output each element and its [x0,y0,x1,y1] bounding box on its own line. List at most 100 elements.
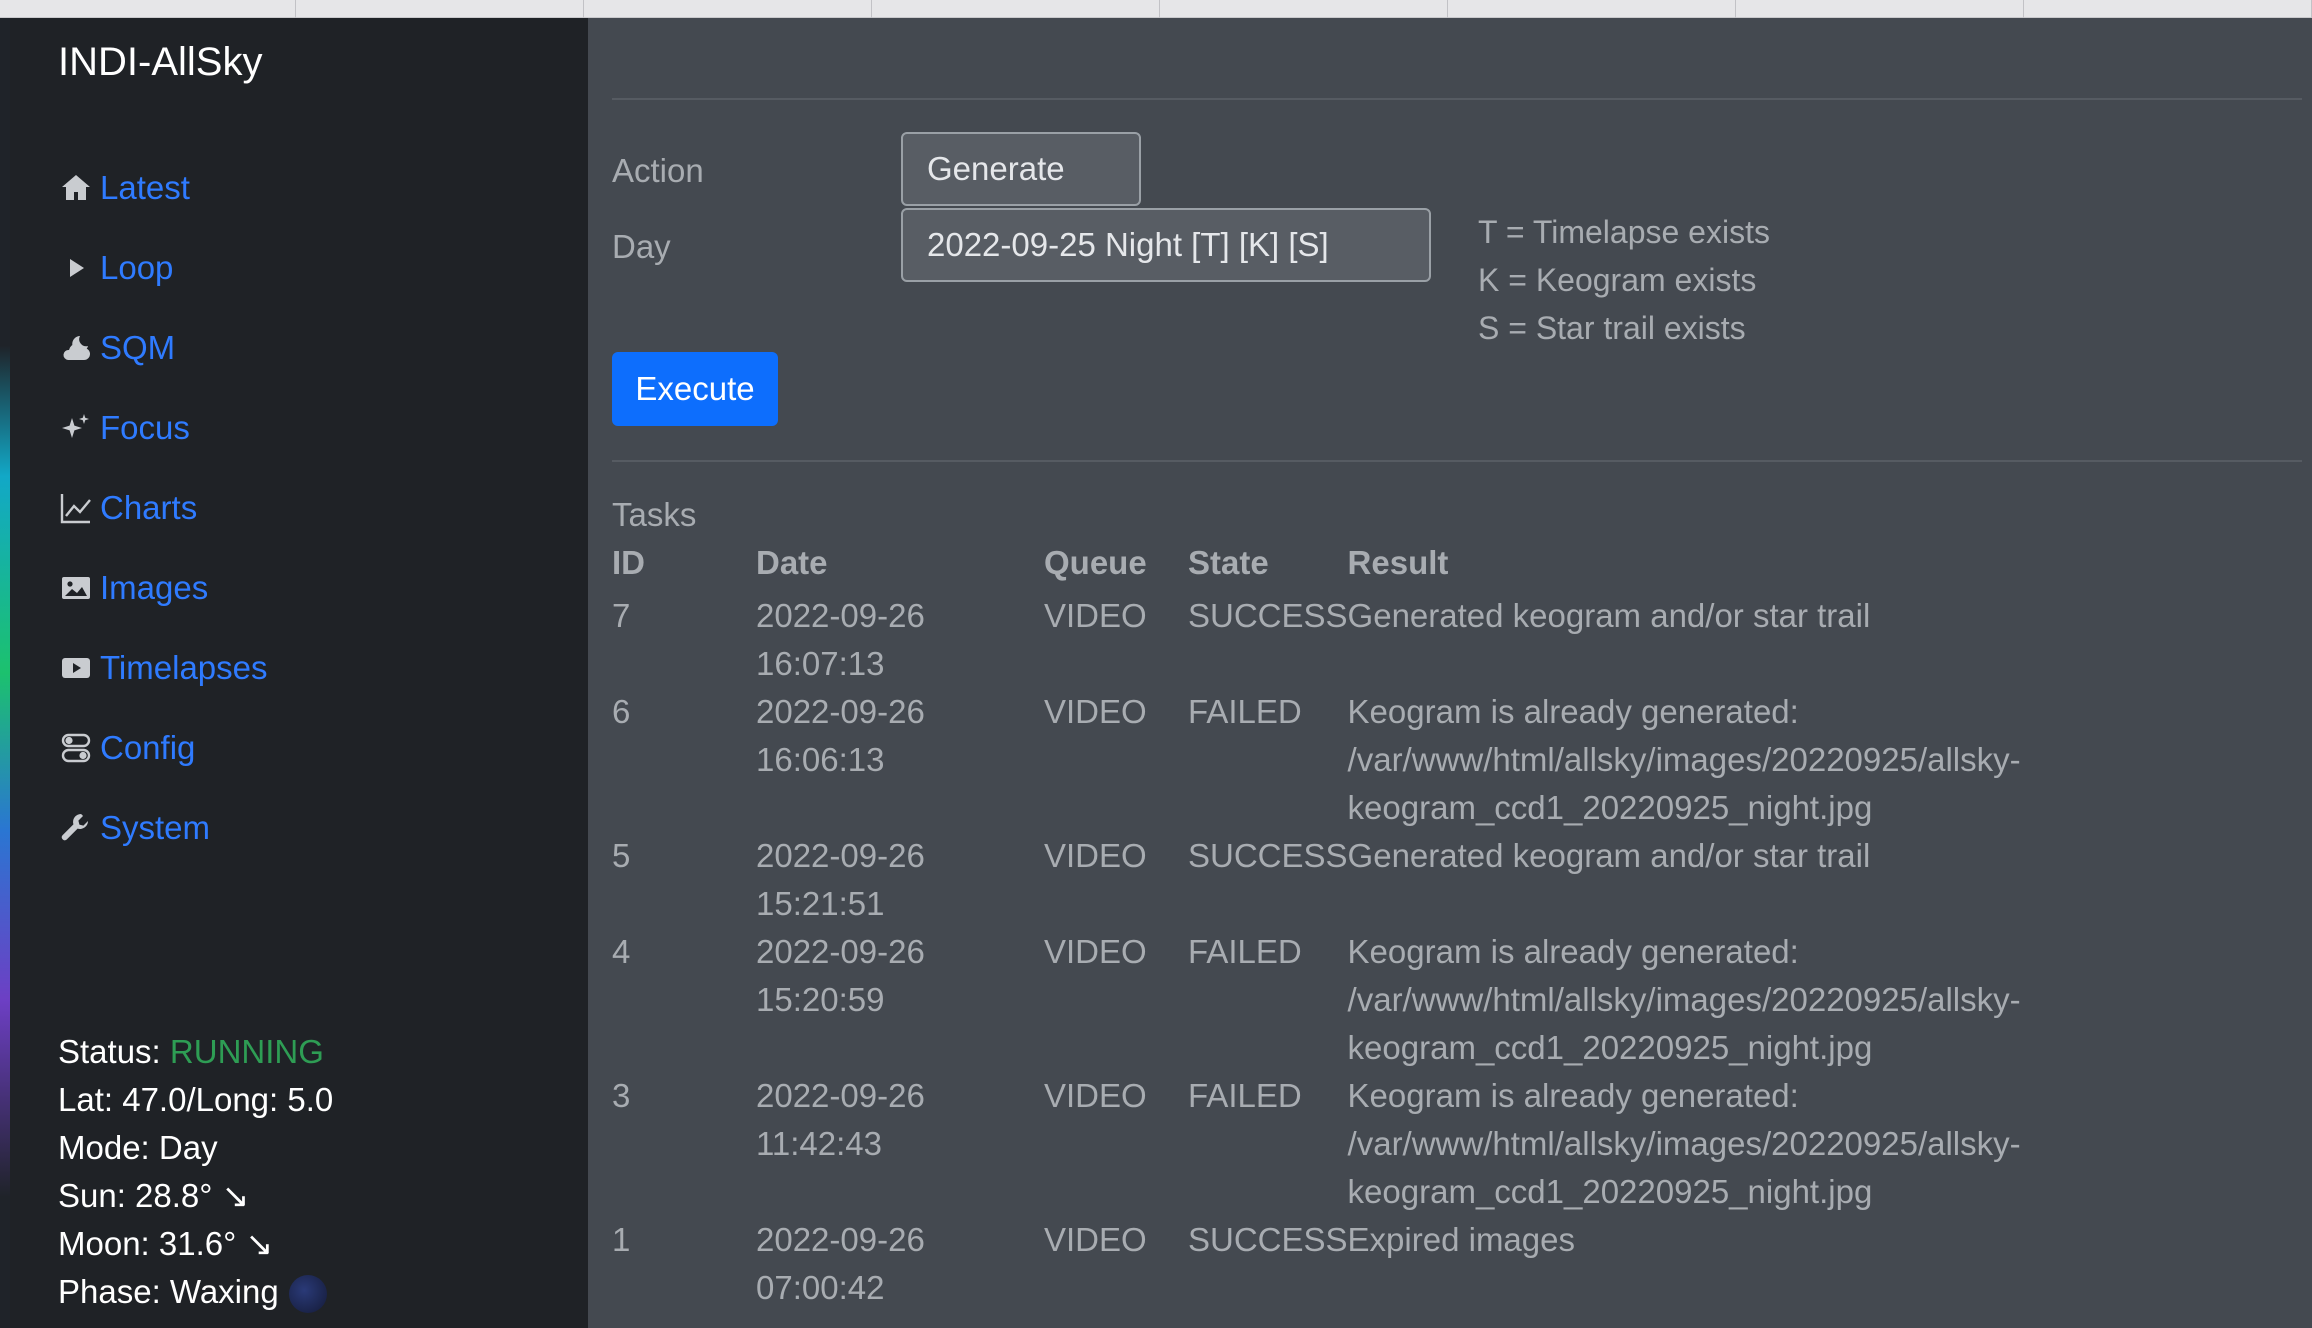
sidebar-item-timelapses[interactable]: Timelapses [58,628,268,708]
latlong-readout: Lat: 47.0/Long: 5.0 [58,1081,334,1118]
browser-tab[interactable] [1160,0,1448,18]
table-row: 4 2022-09-26 15:20:59 VIDEO FAILED Keogra… [612,928,2048,1072]
sun-readout: Sun: 28.8° ↘ [58,1177,250,1214]
table-row: 5 2022-09-26 15:21:51 VIDEO SUCCESS Gener… [612,832,2048,928]
result-line: /var/www/html/allsky/images/20220925/all… [1347,741,2021,778]
col-header-queue: Queue [1044,544,1147,581]
result-line: Keogram is already generated: [1347,933,1799,970]
day-select[interactable]: 2022-09-25 Night [T] [K] [S] [901,208,1431,282]
video-play-icon [58,650,94,686]
date-part: 2022-09-26 [756,597,925,634]
browser-tab[interactable] [1448,0,1736,18]
sidebar: INDI-AllSky Latest Loop SQM Focus Charts… [10,18,588,1328]
sidebar-item-label: Config [100,729,196,766]
cell-queue: VIDEO [1044,933,1147,970]
cell-state: FAILED [1188,693,1302,730]
table-row: 3 2022-09-26 11:42:43 VIDEO FAILED Keogra… [612,1072,2048,1216]
browser-tab[interactable] [584,0,872,18]
sidebar-item-sqm[interactable]: SQM [58,308,268,388]
time-part: 11:42:43 [756,1125,883,1162]
cloud-moon-icon [58,330,94,366]
result-line: Keogram is already generated: [1347,1077,1799,1114]
sidebar-item-config[interactable]: Config [58,708,268,788]
wrench-icon [58,810,94,846]
moon-phase-icon [288,1275,327,1314]
status-panel: Status: RUNNING Lat: 47.0/Long: 5.0 Mode… [58,1028,333,1316]
result-line: /var/www/html/allsky/images/20220925/all… [1347,1125,2021,1162]
status-badge: RUNNING [169,1033,324,1070]
mode-readout: Mode: Day [58,1129,218,1166]
sidebar-item-charts[interactable]: Charts [58,468,268,548]
result-line: Expired images [1347,1221,1575,1258]
cell-id: 6 [612,693,631,730]
cell-date: 2022-09-26 15:21:51 [756,832,1044,928]
phase-line: Phase: Waxing [58,1268,333,1316]
result-line: keogram_ccd1_20220925_night.jpg [1347,1029,1873,1066]
cell-id: 1 [612,1221,631,1258]
cell-result: Expired images [1348,1216,2048,1312]
sidebar-item-label: SQM [100,329,176,366]
phase-readout: Phase: Waxing [58,1273,279,1310]
result-line: Keogram is already generated: [1347,693,1799,730]
sidebar-item-label: Images [100,569,209,606]
result-line: /var/www/html/allsky/images/20220925/all… [1347,981,2021,1018]
brand-title: INDI-AllSky [58,40,263,84]
cell-state: FAILED [1188,1077,1302,1114]
sidebar-item-images[interactable]: Images [58,548,268,628]
table-row: 7 2022-09-26 16:07:13 VIDEO SUCCESS Gener… [612,592,2048,688]
sidebar-nav: Latest Loop SQM Focus Charts Images Time… [58,148,268,868]
legend-keogram: K = Keogram exists [1478,262,1757,298]
sidebar-item-system[interactable]: System [58,788,268,868]
result-line: Generated keogram and/or star trail [1347,837,1871,874]
sidebar-item-latest[interactable]: Latest [58,148,268,228]
date-part: 2022-09-26 [756,1077,925,1114]
cell-state: SUCCESS [1188,597,1348,634]
cell-state: FAILED [1188,933,1302,970]
legend: T = Timelapse exists K = Keogram exists … [1478,208,1770,352]
cell-result: Generated keogram and/or star trail [1348,832,2048,928]
cell-date: 2022-09-26 07:00:42 [756,1216,1044,1312]
sidebar-item-focus[interactable]: Focus [58,388,268,468]
table-header-row: ID Date Queue State Result [612,544,2048,592]
main-content: Action Generate Day 2022-09-25 Night [T]… [588,18,2312,1328]
cell-id: 4 [612,933,631,970]
cell-date: 2022-09-26 15:20:59 [756,928,1044,1072]
cell-id: 5 [612,837,631,874]
sidebar-item-label: Timelapses [100,649,268,686]
date-part: 2022-09-26 [756,1221,925,1258]
browser-tab[interactable] [0,0,296,18]
sidebar-item-loop[interactable]: Loop [58,228,268,308]
execute-button[interactable]: Execute [612,352,778,426]
date-part: 2022-09-26 [756,933,925,970]
browser-tab[interactable] [296,0,584,18]
time-part: 15:20:59 [756,981,885,1018]
desktop-edge [0,18,10,1328]
cell-queue: VIDEO [1044,837,1147,874]
cell-id: 3 [612,1077,631,1114]
browser-tab[interactable] [1736,0,2024,18]
tasks-title: Tasks [612,496,697,533]
stars-icon [58,410,94,446]
cell-queue: VIDEO [1044,1221,1147,1258]
house-icon [58,170,94,206]
browser-tab[interactable] [872,0,1160,18]
sidebar-item-label: Focus [100,409,190,446]
moon-readout: Moon: 31.6° ↘ [58,1225,274,1262]
sidebar-item-label: Latest [100,169,190,206]
table-row: 1 2022-09-26 07:00:42 VIDEO SUCCESS Expir… [612,1216,2048,1312]
cell-queue: VIDEO [1044,693,1147,730]
action-select[interactable]: Generate [901,132,1141,206]
image-icon [58,570,94,606]
day-label: Day [612,228,671,265]
result-line: keogram_ccd1_20220925_night.jpg [1347,1173,1873,1210]
cell-date: 2022-09-26 11:42:43 [756,1072,1044,1216]
status-label: Status: [58,1033,161,1070]
sidebar-item-label: System [100,809,211,846]
date-part: 2022-09-26 [756,693,925,730]
result-line: keogram_ccd1_20220925_night.jpg [1347,789,1873,826]
cell-queue: VIDEO [1044,1077,1147,1114]
divider [612,98,2302,100]
col-header-state: State [1188,544,1269,581]
cell-state: SUCCESS [1188,1221,1348,1258]
browser-tab[interactable] [2024,0,2312,18]
